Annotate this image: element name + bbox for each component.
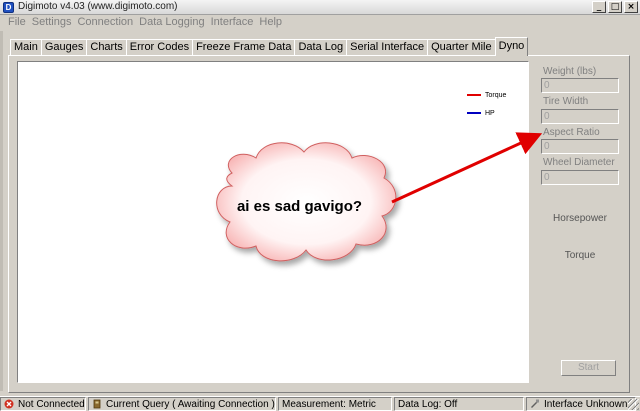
menu-connection[interactable]: Connection xyxy=(75,15,137,31)
aspect-ratio-label: Aspect Ratio xyxy=(543,127,600,138)
tab-dyno[interactable]: Dyno xyxy=(494,37,529,56)
tab-main[interactable]: Main xyxy=(10,39,42,55)
maximize-button[interactable]: □ xyxy=(608,1,622,13)
tire-width-label: Tire Width xyxy=(543,96,589,107)
tab-quarter-mile[interactable]: Quarter Mile xyxy=(427,39,496,55)
status-measurement-text: Measurement: Metric xyxy=(282,398,376,410)
query-icon xyxy=(93,399,101,409)
status-connection-text: Not Connected xyxy=(18,398,85,410)
minimize-button[interactable]: _ xyxy=(592,1,606,13)
status-measurement: Measurement: Metric xyxy=(278,397,392,411)
legend-swatch-hp xyxy=(467,112,481,114)
status-query-text: Current Query ( Awaiting Connection ) xyxy=(106,398,275,410)
legend-item-hp: HP xyxy=(467,104,506,122)
menu-interface[interactable]: Interface xyxy=(209,15,258,31)
weight-label: Weight (lbs) xyxy=(543,66,597,77)
status-interface-text: Interface Unknown xyxy=(544,398,628,410)
annotation-text: ai es sad gavigo? xyxy=(236,198,363,215)
menu-bar: File Settings Connection Data Logging In… xyxy=(0,15,640,31)
left-edge xyxy=(0,31,3,391)
chart-legend: Torque HP xyxy=(467,86,506,122)
status-data-log: Data Log: Off xyxy=(394,397,524,411)
title-bar: D Digimoto v4.03 (www.digimoto.com) _ □ … xyxy=(0,0,640,15)
tab-charts[interactable]: Charts xyxy=(86,39,127,55)
status-data-log-text: Data Log: Off xyxy=(398,398,458,410)
tab-data-log[interactable]: Data Log xyxy=(294,39,348,55)
window-title: Digimoto v4.03 (www.digimoto.com) xyxy=(18,1,178,12)
error-icon xyxy=(4,399,14,409)
status-query: Current Query ( Awaiting Connection ) xyxy=(88,397,276,411)
legend-label-hp: HP xyxy=(485,109,495,117)
status-connection: Not Connected xyxy=(0,397,86,411)
aspect-ratio-field[interactable]: 0 xyxy=(541,139,619,154)
legend-item-torque: Torque xyxy=(467,86,506,104)
tab-gauges[interactable]: Gauges xyxy=(40,39,88,55)
close-button[interactable]: × xyxy=(624,1,638,13)
wheel-diameter-label: Wheel Diameter xyxy=(543,157,615,168)
legend-swatch-torque xyxy=(467,94,481,96)
menu-data-logging[interactable]: Data Logging xyxy=(137,15,208,31)
menu-settings[interactable]: Settings xyxy=(30,15,76,31)
status-bar: Not Connected Current Query ( Awaiting C… xyxy=(0,396,640,411)
resize-grip[interactable] xyxy=(628,399,639,410)
app-icon[interactable]: D xyxy=(3,2,14,13)
horsepower-readout: Horsepower xyxy=(553,213,607,224)
menu-file[interactable]: File xyxy=(6,15,30,31)
torque-readout: Torque xyxy=(564,250,596,261)
dyno-chart xyxy=(17,61,529,383)
status-interface: Interface Unknown xyxy=(526,397,636,411)
interface-icon xyxy=(531,399,539,408)
menu-help[interactable]: Help xyxy=(257,15,286,31)
wheel-diameter-field[interactable]: 0 xyxy=(541,170,619,185)
tire-width-field[interactable]: 0 xyxy=(541,109,619,124)
tab-freeze-frame-data[interactable]: Freeze Frame Data xyxy=(192,39,296,55)
tab-error-codes[interactable]: Error Codes xyxy=(125,39,194,55)
weight-field[interactable]: 0 xyxy=(541,78,619,93)
start-button[interactable]: Start xyxy=(561,360,616,376)
legend-label-torque: Torque xyxy=(485,91,507,99)
tab-strip: Main Gauges Charts Error Codes Freeze Fr… xyxy=(10,37,529,56)
tab-serial-interface[interactable]: Serial Interface xyxy=(346,39,429,55)
